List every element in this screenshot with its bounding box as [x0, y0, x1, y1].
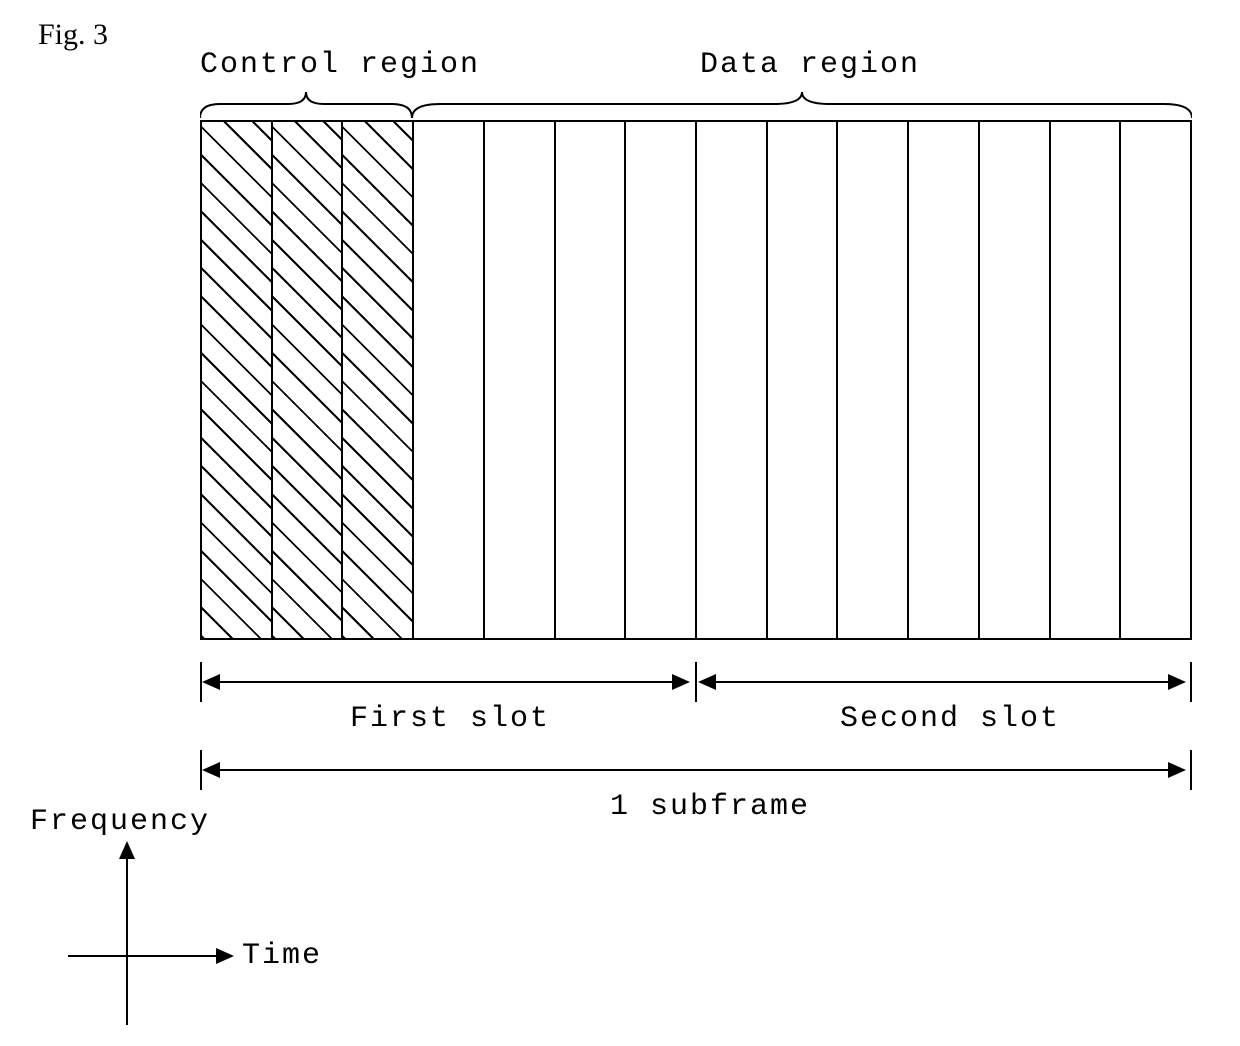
subframe-label: 1 subframe: [610, 790, 810, 824]
data-region-label: Data region: [700, 48, 920, 82]
time-axis-line: [68, 955, 218, 957]
frequency-axis-label: Frequency: [30, 805, 210, 839]
first-slot-label: First slot: [350, 702, 550, 736]
first-slot-dimension-line: [208, 681, 688, 683]
arrow-right-icon: [216, 948, 234, 964]
control-region-label: Control region: [200, 48, 480, 82]
arrow-right-icon: [1168, 762, 1186, 778]
axis-legend: Frequency Time: [30, 805, 290, 1035]
control-symbol-column: [202, 122, 273, 638]
arrow-left-icon: [202, 762, 220, 778]
data-symbol-column: [485, 122, 556, 638]
data-symbol-column: [909, 122, 980, 638]
control-symbol-column: [343, 122, 414, 638]
second-slot-dimension-line: [704, 681, 1184, 683]
subframe-grid: [200, 120, 1192, 640]
data-symbol-column: [697, 122, 768, 638]
control-symbol-column: [273, 122, 344, 638]
dimension-annotations: First slot Second slot 1 subframe: [200, 662, 1192, 822]
subframe-dimension-line: [208, 769, 1184, 771]
arrow-right-icon: [672, 674, 690, 690]
data-symbol-column: [1051, 122, 1122, 638]
second-slot-label: Second slot: [840, 702, 1060, 736]
top-braces-icon: [200, 88, 1192, 122]
data-symbol-column: [556, 122, 627, 638]
frequency-axis-line: [126, 855, 128, 1025]
figure-label: Fig. 3: [38, 18, 108, 52]
arrow-left-icon: [698, 674, 716, 690]
arrow-left-icon: [202, 674, 220, 690]
data-symbol-column: [1121, 122, 1190, 638]
data-symbol-column: [838, 122, 909, 638]
top-region-labels: Control region Data region: [200, 48, 1192, 86]
arrow-right-icon: [1168, 674, 1186, 690]
data-symbol-column: [414, 122, 485, 638]
tick-end-icon: [1190, 662, 1192, 702]
data-symbol-column: [768, 122, 839, 638]
tick-mid-icon: [695, 662, 697, 702]
data-symbol-column: [980, 122, 1051, 638]
time-axis-label: Time: [242, 939, 322, 973]
data-symbol-column: [626, 122, 697, 638]
arrow-up-icon: [119, 841, 135, 859]
tick-subframe-end-icon: [1190, 750, 1192, 790]
